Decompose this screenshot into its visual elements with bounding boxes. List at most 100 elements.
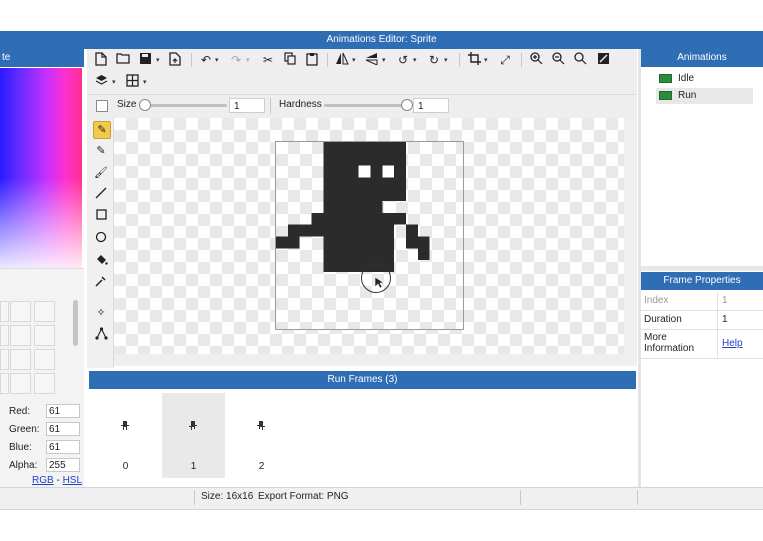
animation-item-run[interactable]: Run: [656, 88, 753, 104]
eyedropper-icon[interactable]: [93, 275, 109, 291]
swatch[interactable]: [10, 349, 31, 370]
size-input[interactable]: 1: [229, 98, 265, 113]
swatch[interactable]: [10, 325, 31, 346]
size-slider-track[interactable]: [142, 104, 227, 107]
zoom-fit-icon[interactable]: [572, 52, 588, 68]
property-row-duration[interactable]: Duration 1: [641, 311, 763, 330]
swatch[interactable]: [0, 373, 9, 394]
cut-icon[interactable]: ✂: [260, 52, 276, 68]
fill-bucket-icon[interactable]: [93, 253, 109, 269]
status-size: Size: 16x16: [201, 491, 254, 502]
flip-horizontal-icon[interactable]: [334, 52, 350, 68]
chevron-down-icon[interactable]: ▾: [246, 56, 250, 64]
rotate-right-icon[interactable]: ↻: [426, 52, 442, 68]
left-panel-title: te: [2, 52, 11, 63]
mouse-pointer-icon: [374, 276, 385, 292]
blue-input[interactable]: 61: [46, 440, 80, 454]
green-label: Green:: [9, 424, 40, 435]
hsl-link[interactable]: HSL: [63, 475, 82, 486]
property-row-index: Index 1: [641, 292, 763, 311]
toolbar-separator: [327, 53, 328, 67]
swatch[interactable]: [10, 301, 31, 322]
crop-icon[interactable]: [466, 52, 482, 68]
animations-panel-title: Animations: [677, 52, 727, 63]
grid-icon[interactable]: [124, 74, 140, 90]
red-input[interactable]: 61: [46, 404, 80, 418]
pencil-icon[interactable]: ✎: [93, 143, 109, 159]
zoom-out-icon[interactable]: [550, 52, 566, 68]
save-icon[interactable]: [137, 52, 153, 68]
frame-properties-title: Frame Properties: [663, 275, 741, 286]
swatch-scrollbar[interactable]: [73, 300, 78, 346]
animation-item-label: Idle: [678, 73, 695, 84]
hardness-slider-knob[interactable]: [401, 99, 413, 111]
resize-icon[interactable]: ⤢: [497, 52, 513, 68]
swatch[interactable]: [34, 325, 55, 346]
status-bar: [0, 487, 763, 510]
swatch[interactable]: [34, 349, 55, 370]
canvas-v-scrollbar[interactable]: [624, 118, 637, 366]
swatch[interactable]: [10, 373, 31, 394]
chevron-down-icon[interactable]: ▾: [484, 56, 488, 64]
animation-item-label: Run: [678, 90, 697, 101]
hardness-input[interactable]: 1: [413, 98, 449, 113]
paste-icon[interactable]: [304, 52, 320, 68]
zoom-in-icon[interactable]: [528, 52, 544, 68]
brush-shape-toggle[interactable]: [96, 100, 108, 112]
alpha-input[interactable]: 255: [46, 458, 80, 472]
frame-preview: [257, 421, 265, 430]
brush-icon[interactable]: 🖌: [93, 165, 109, 181]
flip-vertical-icon[interactable]: [364, 52, 380, 68]
copy-icon[interactable]: [282, 52, 298, 68]
chevron-down-icon[interactable]: ▾: [143, 78, 147, 86]
canvas-h-scrollbar[interactable]: [114, 354, 624, 366]
animations-panel-header: Animations: [641, 49, 763, 67]
chevron-down-icon[interactable]: ▾: [215, 56, 219, 64]
swatch[interactable]: [0, 325, 9, 346]
color-spectrum[interactable]: [0, 68, 82, 268]
swatch[interactable]: [0, 301, 9, 322]
frame-properties-header: Frame Properties: [641, 272, 763, 290]
line-icon[interactable]: [93, 187, 109, 203]
sprite-pixel-art: [276, 142, 430, 272]
frame-thumbnail-1[interactable]: 1: [162, 393, 225, 478]
fill-canvas-icon[interactable]: [595, 52, 611, 68]
chevron-down-icon[interactable]: ▾: [352, 56, 356, 64]
eraser-icon[interactable]: ✎: [93, 121, 111, 139]
hardness-slider-track[interactable]: [324, 104, 410, 107]
chevron-down-icon[interactable]: ▾: [413, 56, 417, 64]
green-input[interactable]: 61: [46, 422, 80, 436]
chevron-down-icon[interactable]: ▾: [382, 56, 386, 64]
ellipse-icon[interactable]: [93, 231, 109, 247]
chevron-down-icon[interactable]: ▾: [156, 56, 160, 64]
layers-icon[interactable]: [93, 74, 109, 90]
redo-icon[interactable]: ↷: [228, 52, 244, 68]
swatch[interactable]: [0, 349, 9, 370]
chevron-down-icon[interactable]: ▾: [112, 78, 116, 86]
property-value[interactable]: 1: [722, 314, 728, 325]
toolbar-separator: [459, 53, 460, 67]
red-label: Red:: [9, 406, 31, 417]
nodes-icon[interactable]: [93, 327, 109, 343]
open-folder-icon[interactable]: [115, 52, 131, 68]
size-slider-knob[interactable]: [139, 99, 151, 111]
undo-icon[interactable]: ↶: [198, 52, 214, 68]
swatch[interactable]: [34, 373, 55, 394]
help-link[interactable]: Help: [722, 338, 743, 349]
property-value: 1: [722, 295, 728, 306]
animation-item-idle[interactable]: Idle: [656, 71, 753, 87]
new-file-icon[interactable]: [93, 52, 109, 68]
sprite-canvas[interactable]: [275, 141, 464, 330]
move-icon[interactable]: ✧: [93, 305, 109, 321]
animation-strip-icon: [659, 73, 672, 83]
mode-separator: -: [56, 475, 60, 486]
rotate-left-icon[interactable]: ↺: [395, 52, 411, 68]
rectangle-icon[interactable]: [93, 209, 109, 225]
rgb-link[interactable]: RGB: [32, 475, 54, 486]
frame-thumbnail-0[interactable]: 0: [94, 393, 157, 478]
chevron-down-icon[interactable]: ▾: [444, 56, 448, 64]
frame-index-label: 0: [122, 461, 129, 472]
swatch[interactable]: [34, 301, 55, 322]
frame-thumbnail-2[interactable]: 2: [230, 393, 293, 478]
export-icon[interactable]: [167, 52, 183, 68]
